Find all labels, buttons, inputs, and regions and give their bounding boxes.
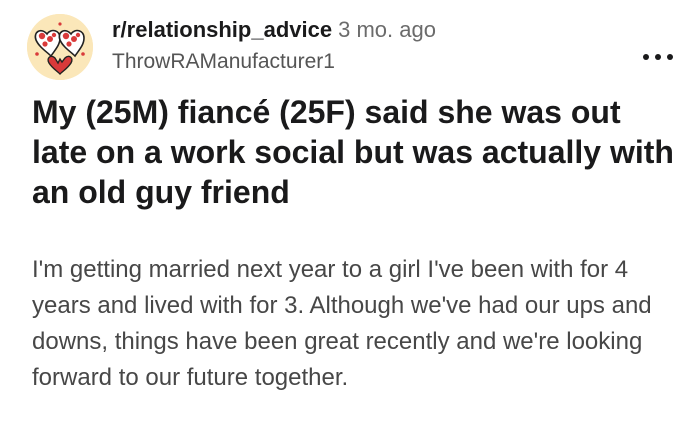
post-card[interactable]: r/relationship_advice 3 mo. ago ThrowRAMa… [0,0,699,421]
post-age: 3 mo. ago [338,17,436,42]
dot [667,54,673,60]
post-title[interactable]: My (25M) fiancé (25F) said she was out l… [32,92,677,212]
subreddit-link[interactable]: r/relationship_advice [112,17,332,42]
avatar-artwork [27,14,93,80]
meta-line: r/relationship_advice 3 mo. ago [112,14,436,46]
community-avatar-icon[interactable] [27,14,93,80]
post-header: r/relationship_advice 3 mo. ago ThrowRAMa… [27,14,687,80]
post-body: I'm getting married next year to a girl … [32,256,652,391]
post-meta: r/relationship_advice 3 mo. ago ThrowRAMa… [112,14,436,77]
more-options-icon[interactable] [643,50,673,64]
author-username[interactable]: ThrowRAManufacturer1 [112,47,436,77]
dot [643,54,649,60]
dot [655,54,661,60]
